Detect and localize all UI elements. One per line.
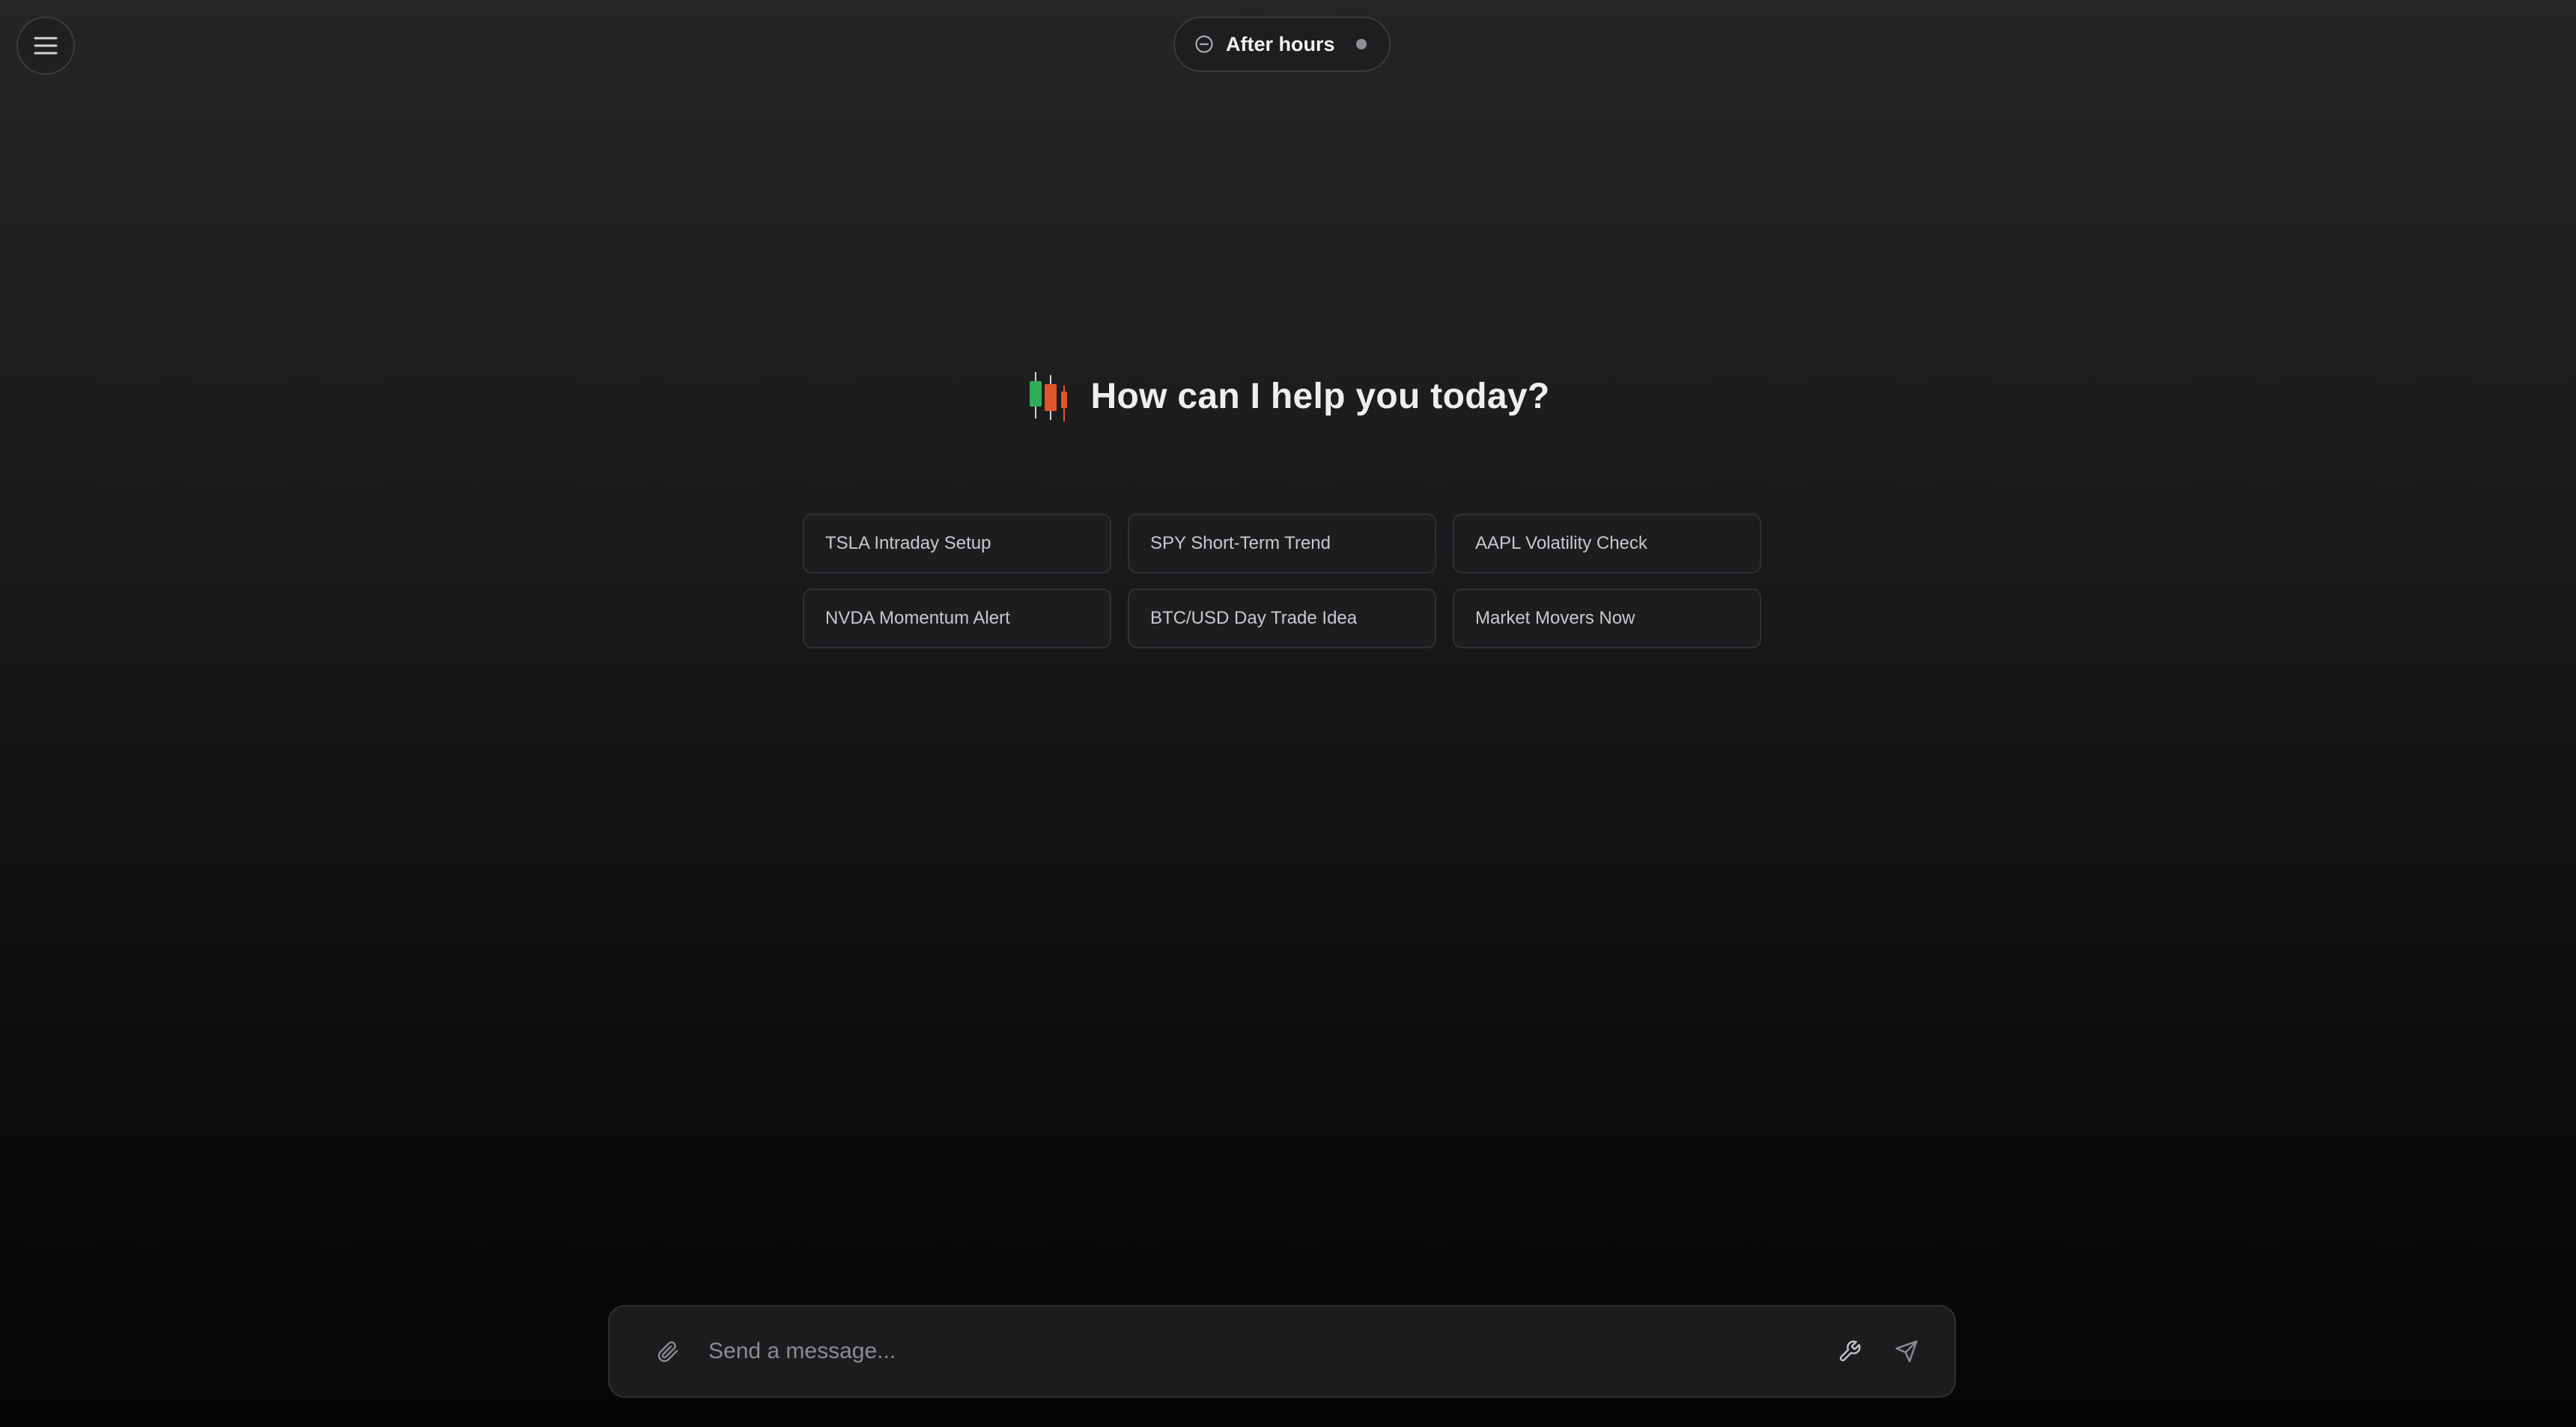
suggestion-market-movers-now[interactable]: Market Movers Now xyxy=(1453,588,1761,648)
minus-circle-icon xyxy=(1195,35,1213,53)
suggestion-grid: TSLA Intraday Setup SPY Short-Term Trend… xyxy=(803,514,1761,648)
send-icon xyxy=(1895,1340,1918,1363)
suggestion-nvda-momentum-alert[interactable]: NVDA Momentum Alert xyxy=(803,588,1111,648)
suggestion-spy-short-term-trend[interactable]: SPY Short-Term Trend xyxy=(1128,514,1436,573)
greeting: How can I help you today? xyxy=(0,362,2576,430)
page-title: How can I help you today? xyxy=(1090,376,1550,416)
message-composer xyxy=(608,1305,1956,1398)
message-input[interactable] xyxy=(707,1338,1817,1365)
paperclip-icon xyxy=(657,1341,678,1363)
status-indicator-dot xyxy=(1356,39,1367,49)
wrench-icon xyxy=(1839,1340,1861,1362)
tools-button[interactable] xyxy=(1832,1333,1868,1369)
send-button[interactable] xyxy=(1889,1333,1925,1369)
market-status-pill[interactable]: After hours xyxy=(1173,16,1391,72)
hamburger-menu-icon xyxy=(34,37,58,55)
suggestion-aapl-volatility-check[interactable]: AAPL Volatility Check xyxy=(1453,514,1761,573)
candlestick-chart-icon xyxy=(1029,372,1067,422)
suggestion-btc-usd-day-trade-idea[interactable]: BTC/USD Day Trade Idea xyxy=(1128,588,1436,648)
attach-button[interactable] xyxy=(650,1333,686,1369)
market-status-label: After hours xyxy=(1226,32,1335,55)
menu-button[interactable] xyxy=(16,16,75,75)
suggestion-tsla-intraday-setup[interactable]: TSLA Intraday Setup xyxy=(803,514,1111,573)
